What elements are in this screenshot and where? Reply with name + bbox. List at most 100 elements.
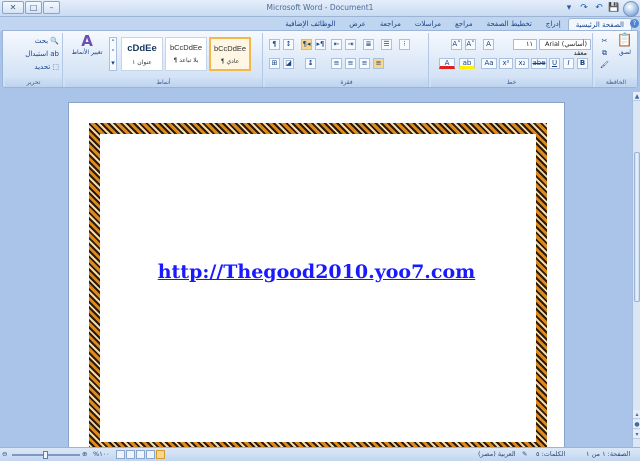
select-button[interactable]: تحديد ⬚	[9, 62, 59, 73]
style-sample: bCcDdEe	[213, 44, 247, 53]
shrink-font-icon[interactable]: A˅	[465, 39, 476, 50]
bullets-icon[interactable]: ⁝	[399, 39, 410, 50]
superscript-icon[interactable]: x²	[499, 58, 513, 69]
style-normal[interactable]: bCcDdEe ¶ عادي	[209, 37, 251, 71]
page-border	[89, 123, 547, 453]
change-styles-icon: A	[81, 32, 93, 50]
editing-group-label: تحرير	[5, 78, 62, 87]
subscript-icon[interactable]: x₂	[515, 58, 529, 69]
paste-icon: 📋	[616, 33, 634, 48]
clipboard-group-label: الحافظة	[595, 78, 637, 87]
quick-access-toolbar: ▾ ↷ ↶ 💾	[563, 2, 620, 14]
paste-label: لصق	[618, 49, 632, 56]
styles-group-label: أنماط	[65, 78, 262, 87]
zoom-slider-knob[interactable]	[43, 451, 48, 459]
font-color-icon[interactable]: A	[439, 58, 455, 69]
find-button[interactable]: بحث 🔍	[9, 36, 59, 47]
document-hyperlink[interactable]: http://Thegood2010.yoo7.com	[69, 261, 564, 283]
status-bar: ⊖ ⊕ %١٠٠ العربية (مصر) ✎ الكلمات: ٥ الصف…	[0, 447, 640, 461]
ltr-icon[interactable]: ▸¶	[315, 39, 326, 50]
replace-label: استبدال	[25, 50, 49, 58]
numbering-icon[interactable]: ☰	[381, 39, 392, 50]
view-buttons	[116, 450, 165, 459]
page-count[interactable]: الصفحة: ١ من ١	[586, 450, 630, 458]
style-no-spacing[interactable]: bCcDdEe ¶ بلا تباعد	[165, 37, 207, 71]
vertical-scrollbar[interactable]: ▲ ▴ ● ▾	[632, 92, 640, 447]
strikethrough-icon[interactable]: abe	[531, 58, 547, 69]
paste-button[interactable]: 📋 لصق	[615, 33, 635, 69]
zoom-slider[interactable]	[12, 451, 80, 459]
styles-scroll[interactable]: ˄ ˅ ▾	[109, 37, 117, 71]
highlight-icon[interactable]: ab	[459, 58, 475, 69]
font-group: Arial (أساسي) معقد ١١ A A˅ A˄ B I U abe …	[431, 33, 593, 87]
select-label: تحديد	[34, 63, 51, 71]
borders-icon[interactable]: ⊞	[269, 58, 280, 69]
window-title: Microsoft Word - Document1	[266, 3, 374, 12]
style-name: ¶ بلا تباعد	[173, 57, 199, 64]
align-left-icon[interactable]: ≡	[373, 58, 384, 69]
scroll-up-icon[interactable]: ▲	[633, 92, 640, 101]
save-icon[interactable]: 💾	[608, 2, 620, 14]
paragraph-group: ¶ ↕ ¶◂ ▸¶ ⇤ ⇥ ≣ ☰ ⁝ ⊞ ◪ ↨ ≡ ≡ ≡ ≡ فقرة	[265, 33, 429, 87]
clipboard-group: 📋 لصق ✂ ⧉ 🖌 الحافظة	[595, 33, 637, 87]
reading-view-icon[interactable]	[146, 450, 155, 459]
line-spacing-icon[interactable]: ↨	[305, 58, 316, 69]
style-heading1[interactable]: cDdEe عنوان ١	[121, 37, 163, 71]
multilevel-list-icon[interactable]: ≣	[363, 39, 374, 50]
web-view-icon[interactable]	[136, 450, 145, 459]
redo-icon[interactable]: ↷	[578, 2, 590, 14]
rtl-icon[interactable]: ¶◂	[301, 39, 312, 50]
align-right-icon[interactable]: ≡	[345, 58, 356, 69]
font-group-label: خط	[431, 78, 592, 87]
document-workspace: http://Thegood2010.yoo7.com ▲ ▴ ● ▾	[0, 90, 640, 461]
scroll-thumb[interactable]	[634, 152, 640, 302]
ribbon: بحث 🔍 استبدال ab تحديد ⬚ تحرير A تغيير ا…	[2, 30, 638, 88]
align-center-icon[interactable]: ≡	[359, 58, 370, 69]
underline-icon[interactable]: U	[549, 58, 560, 69]
italic-icon[interactable]: I	[563, 58, 574, 69]
paragraph-group-label: فقرة	[265, 78, 428, 87]
format-painter-icon[interactable]: 🖌	[599, 61, 610, 72]
styles-group: A تغيير الأنماط ˄ ˅ ▾ cDdEe عنوان ١ bCcDdE…	[65, 33, 263, 87]
change-case-icon[interactable]: Aa	[481, 58, 497, 69]
zoom-level[interactable]: %١٠٠	[93, 450, 110, 458]
print-layout-icon[interactable]	[156, 450, 165, 459]
editing-group: بحث 🔍 استبدال ab تحديد ⬚ تحرير	[5, 33, 63, 87]
zoom-in-icon[interactable]: ⊕	[82, 450, 87, 458]
office-button[interactable]	[623, 1, 639, 17]
prev-page-icon[interactable]: ▴	[633, 410, 640, 419]
show-marks-icon[interactable]: ¶	[269, 39, 280, 50]
help-icon[interactable]: ?	[630, 19, 639, 28]
title-bar: ✕ □ – Microsoft Word - Document1 ▾ ↷ ↶ 💾	[0, 0, 640, 17]
cut-icon[interactable]: ✂	[599, 37, 610, 48]
shading-icon[interactable]: ◪	[283, 58, 294, 69]
increase-indent-icon[interactable]: ⇥	[345, 39, 356, 50]
language-status[interactable]: العربية (مصر)	[478, 450, 516, 458]
style-name: عنوان ١	[132, 59, 152, 66]
draft-view-icon[interactable]	[116, 450, 125, 459]
next-page-icon[interactable]: ▾	[633, 430, 640, 439]
decrease-indent-icon[interactable]: ⇤	[331, 39, 342, 50]
sort-icon[interactable]: ↕	[283, 39, 294, 50]
ribbon-tabs: الصفحة الرئيسية إدراج تخطيط الصفحة مراجع…	[0, 17, 640, 31]
undo-icon[interactable]: ↶	[593, 2, 605, 14]
proofing-icon[interactable]: ✎	[522, 450, 527, 458]
find-label: بحث	[34, 37, 49, 45]
style-name: ¶ عادي	[220, 58, 240, 65]
align-justify-icon[interactable]: ≡	[331, 58, 342, 69]
font-name-combo[interactable]: Arial (أساسي) معقد	[539, 39, 591, 57]
select-browse-icon[interactable]: ●	[633, 420, 640, 429]
bold-icon[interactable]: B	[577, 58, 588, 69]
word-count[interactable]: الكلمات: ٥	[536, 450, 565, 458]
font-size-combo[interactable]: ١١	[513, 39, 537, 50]
style-sample: cDdEe	[127, 43, 157, 54]
document-page[interactable]: http://Thegood2010.yoo7.com	[68, 102, 565, 461]
replace-button[interactable]: استبدال ab	[9, 49, 59, 60]
customize-qat-icon[interactable]: ▾	[563, 2, 575, 14]
zoom-out-icon[interactable]: ⊖	[2, 450, 7, 458]
clear-format-icon[interactable]: A	[483, 39, 494, 50]
grow-font-icon[interactable]: A˄	[451, 39, 462, 50]
change-styles-button[interactable]: A تغيير الأنماط	[69, 32, 105, 69]
copy-icon[interactable]: ⧉	[599, 49, 610, 60]
outline-view-icon[interactable]	[126, 450, 135, 459]
